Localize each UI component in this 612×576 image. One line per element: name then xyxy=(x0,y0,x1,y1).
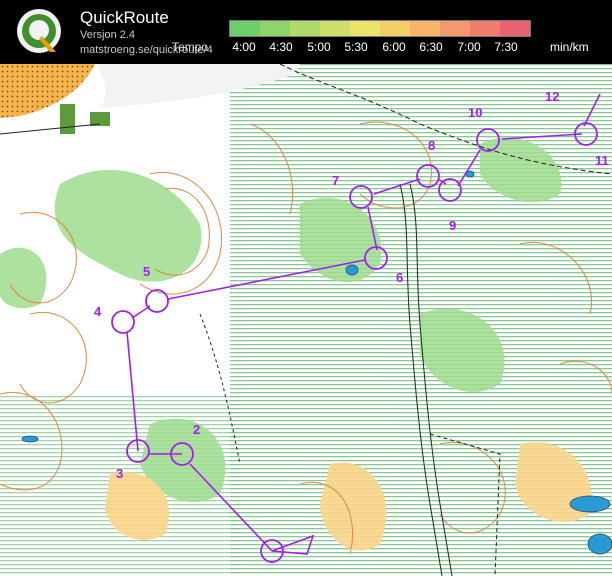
control-number: 8 xyxy=(428,138,435,153)
control-number: 9 xyxy=(449,218,456,233)
pace-color-swatch xyxy=(260,21,290,36)
pace-color-swatch xyxy=(350,21,380,36)
pace-color-scale xyxy=(229,20,531,37)
pace-color-swatch xyxy=(470,21,500,36)
control-number: 4 xyxy=(94,304,102,319)
tempo-tick: 6:30 xyxy=(419,40,443,54)
pace-color-swatch xyxy=(500,21,530,36)
pace-color-swatch xyxy=(320,21,350,36)
pace-color-swatch xyxy=(230,21,260,36)
pace-color-swatch xyxy=(380,21,410,36)
tempo-tick: 5:00 xyxy=(307,40,331,54)
tempo-tick: 5:30 xyxy=(344,40,368,54)
control-number: 12 xyxy=(545,89,559,104)
control-number: 11 xyxy=(595,153,609,168)
control-number: 10 xyxy=(468,105,482,120)
control-number: 5 xyxy=(143,264,150,279)
pace-unit: min/km xyxy=(550,40,589,54)
pace-color-swatch xyxy=(290,21,320,36)
tempo-label: Tempo xyxy=(172,40,209,54)
tempo-tick: 6:00 xyxy=(382,40,406,54)
control-number: 3 xyxy=(116,466,123,481)
control-number: 7 xyxy=(332,173,339,188)
app-version: Versjon 2.4 xyxy=(80,29,136,41)
tempo-tick: 7:00 xyxy=(457,40,481,54)
pace-color-swatch xyxy=(440,21,470,36)
control-number: 6 xyxy=(396,270,403,285)
app-title: QuickRoute xyxy=(80,8,169,27)
tempo-tick: 4:00 xyxy=(232,40,256,54)
pace-color-swatch xyxy=(410,21,440,36)
tempo-tick: 7:30 xyxy=(494,40,518,54)
control-number: 2 xyxy=(193,422,200,437)
tempo-tick: 4:30 xyxy=(269,40,293,54)
quickroute-q-logo-icon xyxy=(17,9,61,53)
orienteering-map[interactable]: 2 3 4 5 6 7 8 9 10 11 12 xyxy=(0,64,612,576)
app-header: QuickRoute Versjon 2.4 matstroeng.se/qui… xyxy=(0,0,612,64)
